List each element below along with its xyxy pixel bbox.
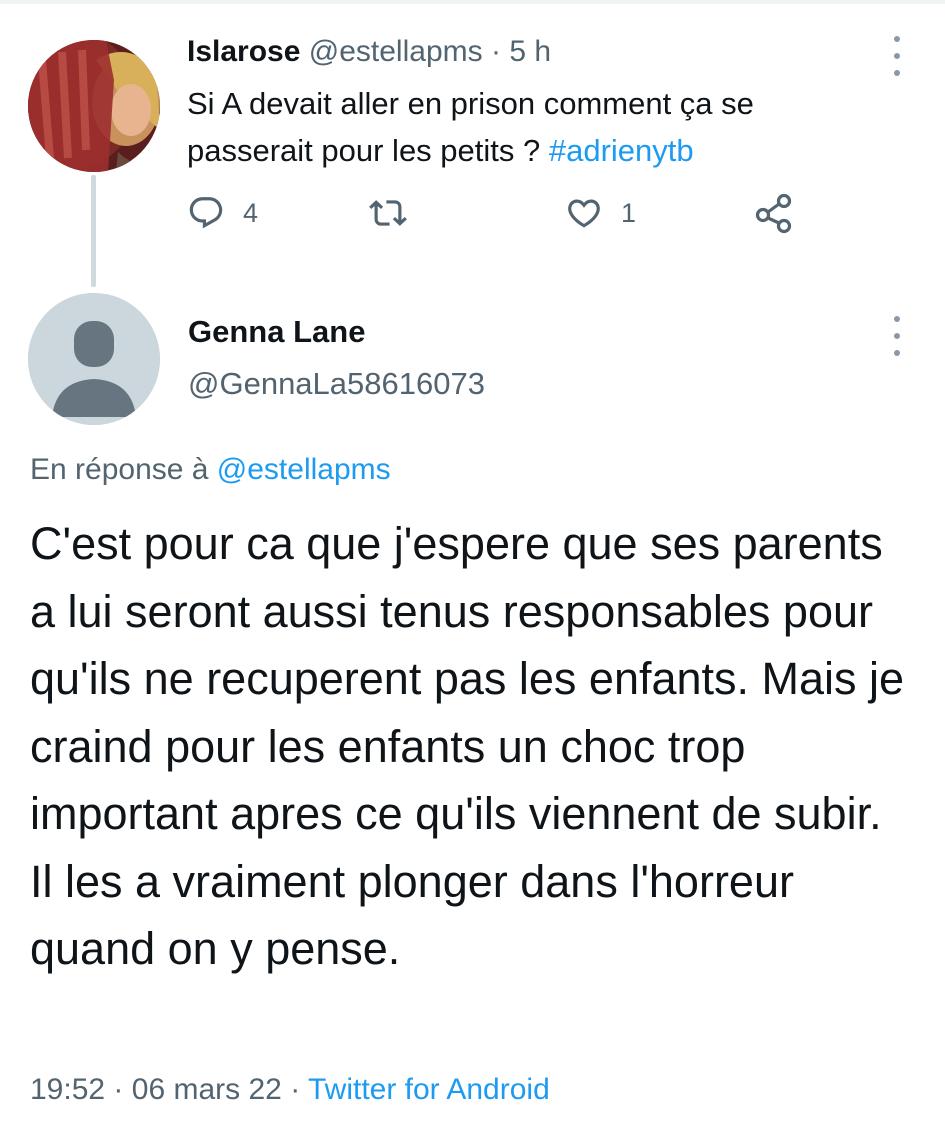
mention-link[interactable]: @estellapms — [217, 453, 391, 486]
tweet-text: Si A devait aller en prison comment ça s… — [187, 80, 867, 174]
retweet-button[interactable] — [369, 188, 425, 238]
replying-to: En réponse à @estellapms — [30, 448, 391, 492]
display-name[interactable]: Genna Lane — [188, 310, 365, 354]
separator: · — [290, 1073, 301, 1106]
thread-connector — [91, 175, 96, 287]
separator: · — [113, 1073, 124, 1106]
share-button[interactable] — [752, 188, 796, 238]
separator: · — [490, 35, 501, 68]
profile-photo — [28, 40, 160, 172]
heart-icon — [568, 199, 600, 228]
top-divider — [0, 0, 945, 4]
tweet-metadata: 19:52 · 06 mars 22 · Twitter for Android — [30, 1068, 550, 1112]
reply-count: 4 — [243, 197, 259, 228]
tweet-time[interactable]: 19:52 — [30, 1073, 105, 1106]
retweet-icon — [369, 200, 407, 226]
like-count: 1 — [621, 197, 637, 228]
hashtag-link[interactable]: #adrienytb — [549, 133, 694, 168]
user-handle[interactable]: @GennaLa58616073 — [188, 362, 485, 406]
user-handle[interactable]: @estellapms — [309, 35, 483, 68]
more-vertical-icon[interactable] — [890, 36, 904, 76]
tweet-header: Islarose @estellapms · 5 h — [187, 30, 551, 74]
more-vertical-icon[interactable] — [890, 316, 904, 356]
tweet-date[interactable]: 06 mars 22 — [132, 1073, 282, 1106]
share-icon — [755, 193, 792, 234]
tweet-time[interactable]: 5 h — [509, 35, 551, 68]
default-profile-icon — [28, 293, 160, 425]
reply-icon — [189, 197, 223, 229]
reply-prefix: En réponse à — [30, 453, 217, 486]
avatar[interactable] — [28, 293, 160, 425]
tweet-text: C'est pour ca que j'espere que ses paren… — [30, 518, 905, 974]
reply-button[interactable]: 4 — [187, 188, 258, 238]
like-button[interactable]: 1 — [565, 188, 636, 238]
avatar[interactable] — [28, 40, 160, 172]
tweet-source-link[interactable]: Twitter for Android — [308, 1073, 550, 1106]
display-name[interactable]: Islarose — [187, 35, 300, 68]
